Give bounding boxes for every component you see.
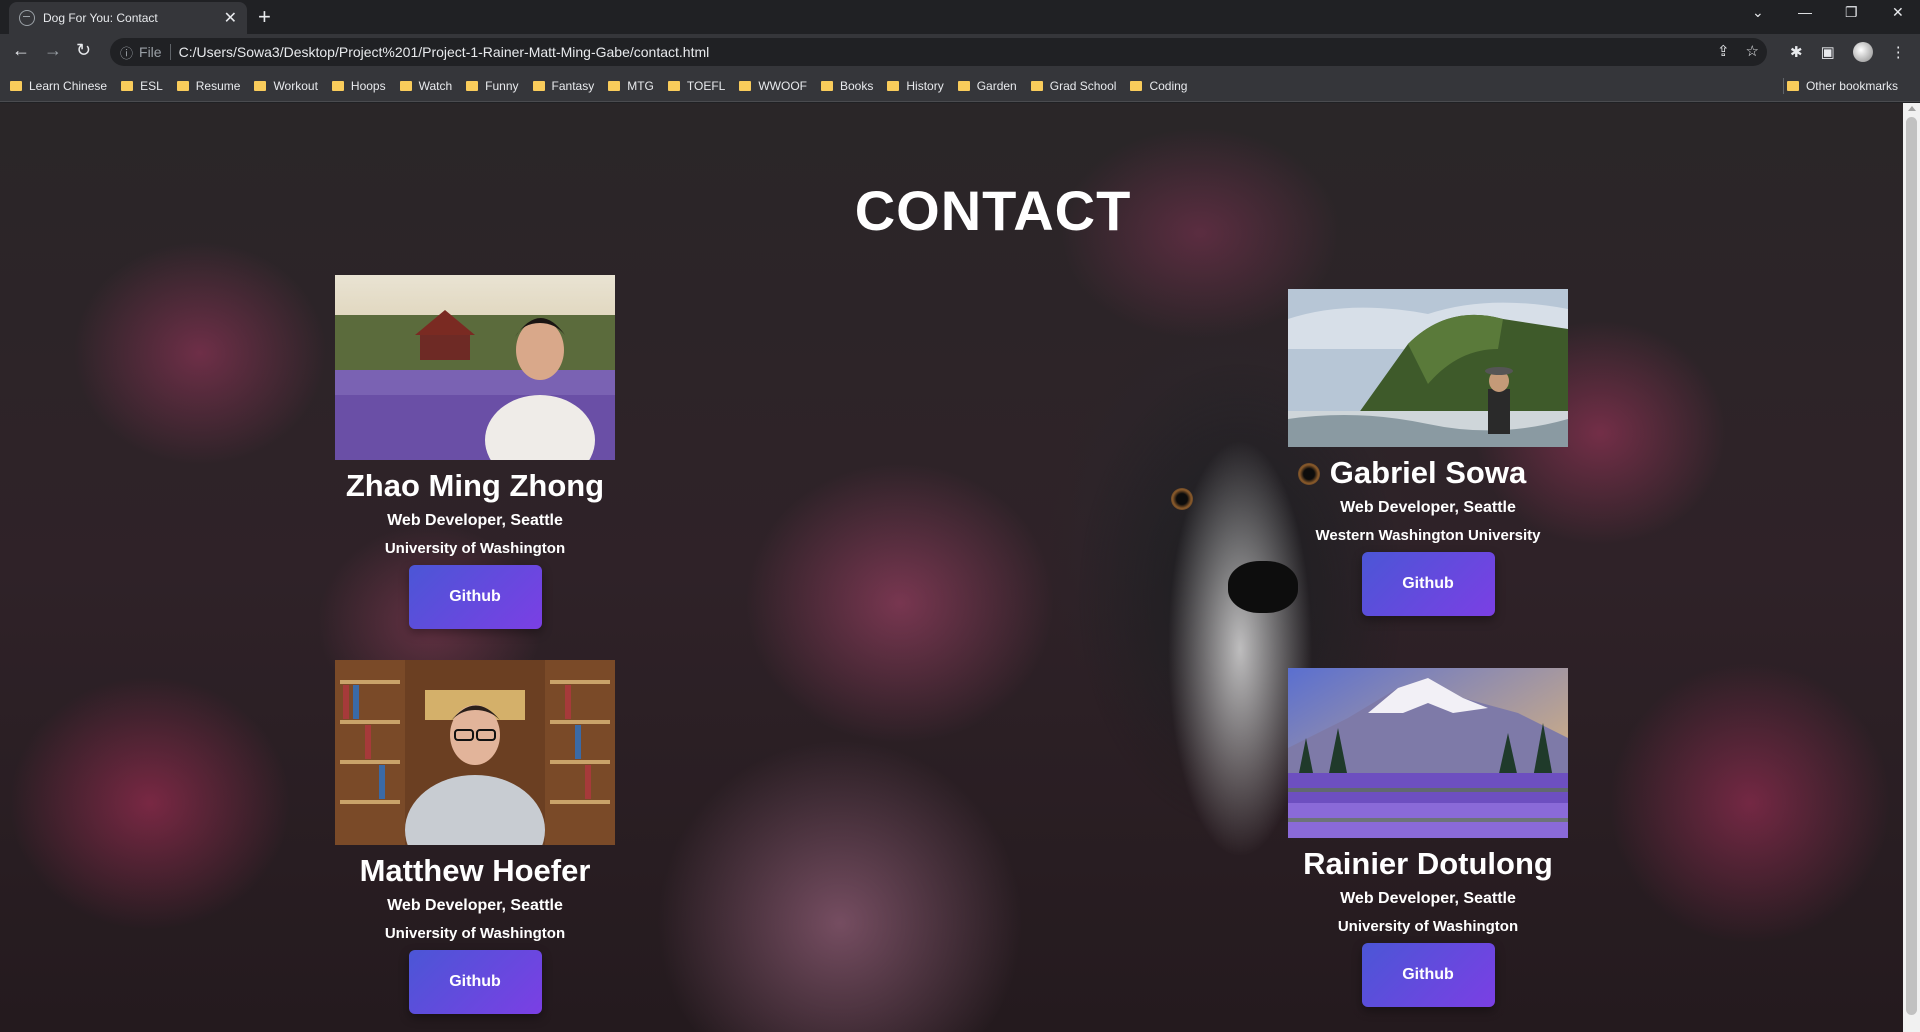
contact-school: Western Washington University [1315,527,1541,544]
profile-photo-coast [1288,289,1568,447]
active-tab[interactable]: Dog For You: Contact ✕ [9,2,247,34]
folder-icon [176,80,189,91]
dog-eye-left [1171,488,1193,510]
contact-school: University of Washington [384,925,566,942]
bookmark-workout[interactable]: Workout [254,79,318,93]
page-title: CONTACT [854,179,1132,242]
reload-icon[interactable]: ↻ [76,40,91,61]
bookmark-books[interactable]: Books [821,79,873,93]
contact-name: Gabriel Sowa [1329,455,1527,490]
bookmark-mtg[interactable]: MTG [608,79,654,93]
contact-card-matthew: Matthew Hoefer Web Developer, Seattle Un… [335,660,615,1014]
bookmark-grad-school[interactable]: Grad School [1030,79,1116,93]
bookmark-history[interactable]: History [887,79,944,93]
profile-photo-lavender-field [335,275,615,460]
github-button[interactable]: Github [408,950,542,1014]
restore-icon[interactable]: ❐ [1845,4,1858,21]
extensions-icon[interactable]: ✱ [1790,43,1803,61]
folder-icon [254,80,267,91]
bookmarks-divider [1783,78,1784,94]
folder-icon [608,80,621,91]
minimize-icon[interactable]: — [1798,4,1812,20]
profile-photo-library [335,660,615,845]
contact-school: University of Washington [1337,918,1519,935]
folder-icon [121,80,134,91]
bookmark-toefl[interactable]: TOEFL [667,79,725,93]
other-bookmarks[interactable]: Other bookmarks [1786,79,1898,93]
folder-icon [1030,80,1043,91]
folder-icon [821,80,833,91]
bookmark-wwoof[interactable]: WWOOF [739,79,807,93]
bookmark-funny[interactable]: Funny [466,79,519,93]
folder-icon [887,80,900,91]
contact-name: Rainier Dotulong [1303,846,1553,881]
scrollbar-thumb[interactable] [1906,117,1917,1015]
tab-title: Dog For You: Contact [43,11,158,25]
folder-icon [399,80,412,91]
github-button[interactable]: Github [1361,943,1495,1007]
folder-icon [957,80,970,91]
bookmark-garden[interactable]: Garden [957,79,1017,93]
browser-toolbar: ← → ↻ ⓘ File C:/Users/Sowa3/Desktop/Proj… [0,34,1920,70]
contact-card-rainier: Rainier Dotulong Web Developer, Seattle … [1288,668,1568,1007]
folder-icon [331,80,344,91]
page-background: CONTACT Zhao Ming Zhong Web Developer, S… [0,103,1903,1032]
folder-icon [10,80,22,91]
bookmark-watch[interactable]: Watch [399,79,452,93]
globe-icon [19,10,35,26]
contact-card-gabriel: Gabriel Sowa Web Developer, Seattle West… [1288,289,1568,616]
url-scheme: File [139,44,171,60]
back-icon[interactable]: ← [12,40,30,61]
forward-icon[interactable]: → [44,40,62,61]
menu-icon[interactable]: ⋮ [1891,43,1906,61]
bookmark-hoops[interactable]: Hoops [331,79,386,93]
share-icon[interactable]: ⇪ [1717,42,1730,60]
folder-icon [1130,80,1143,91]
bookmark-learn-chinese[interactable]: Learn Chinese [10,79,107,93]
url-text[interactable]: C:/Users/Sowa3/Desktop/Project%201/Proje… [179,44,710,60]
info-icon[interactable]: ⓘ [120,43,133,62]
close-window-icon[interactable]: ✕ [1892,4,1904,21]
github-button[interactable]: Github [408,565,542,629]
close-tab-icon[interactable]: ✕ [224,8,237,28]
bookmark-coding[interactable]: Coding [1130,79,1187,93]
folder-icon [739,80,752,91]
bookmark-star-icon[interactable]: ☆ [1746,42,1759,60]
folder-icon [466,80,479,91]
contact-role: Web Developer, Seattle [387,512,563,529]
tab-strip: Dog For You: Contact ✕ + ⌄ — ❐ ✕ [0,0,1920,34]
bookmark-resume[interactable]: Resume [176,79,240,93]
bookmarks-bar: Learn Chinese ESL Resume Workout Hoops W… [0,70,1920,102]
scroll-up-arrow-icon[interactable] [1908,106,1916,111]
contact-name: Matthew Hoefer [359,853,591,888]
folder-icon [1786,80,1799,91]
contact-school: University of Washington [384,540,566,557]
contact-name: Zhao Ming Zhong [345,468,605,503]
bookmark-esl[interactable]: ESL [121,79,163,93]
profile-avatar[interactable] [1852,42,1873,62]
profile-photo-mountain [1288,668,1568,838]
folder-icon [532,80,545,91]
contact-role: Web Developer, Seattle [1340,890,1516,907]
contact-card-zhao: Zhao Ming Zhong Web Developer, Seattle U… [335,275,615,629]
github-button[interactable]: Github [1361,552,1495,616]
tab-search-icon[interactable]: ⌄ [1752,4,1764,21]
bookmark-fantasy[interactable]: Fantasy [532,79,594,93]
folder-icon [667,80,680,91]
contact-role: Web Developer, Seattle [1340,499,1516,516]
side-panel-icon[interactable]: ▣ [1821,43,1835,61]
address-bar[interactable]: ⓘ File C:/Users/Sowa3/Desktop/Project%20… [110,38,1767,66]
contact-role: Web Developer, Seattle [387,897,563,914]
new-tab-icon[interactable]: + [258,4,271,30]
